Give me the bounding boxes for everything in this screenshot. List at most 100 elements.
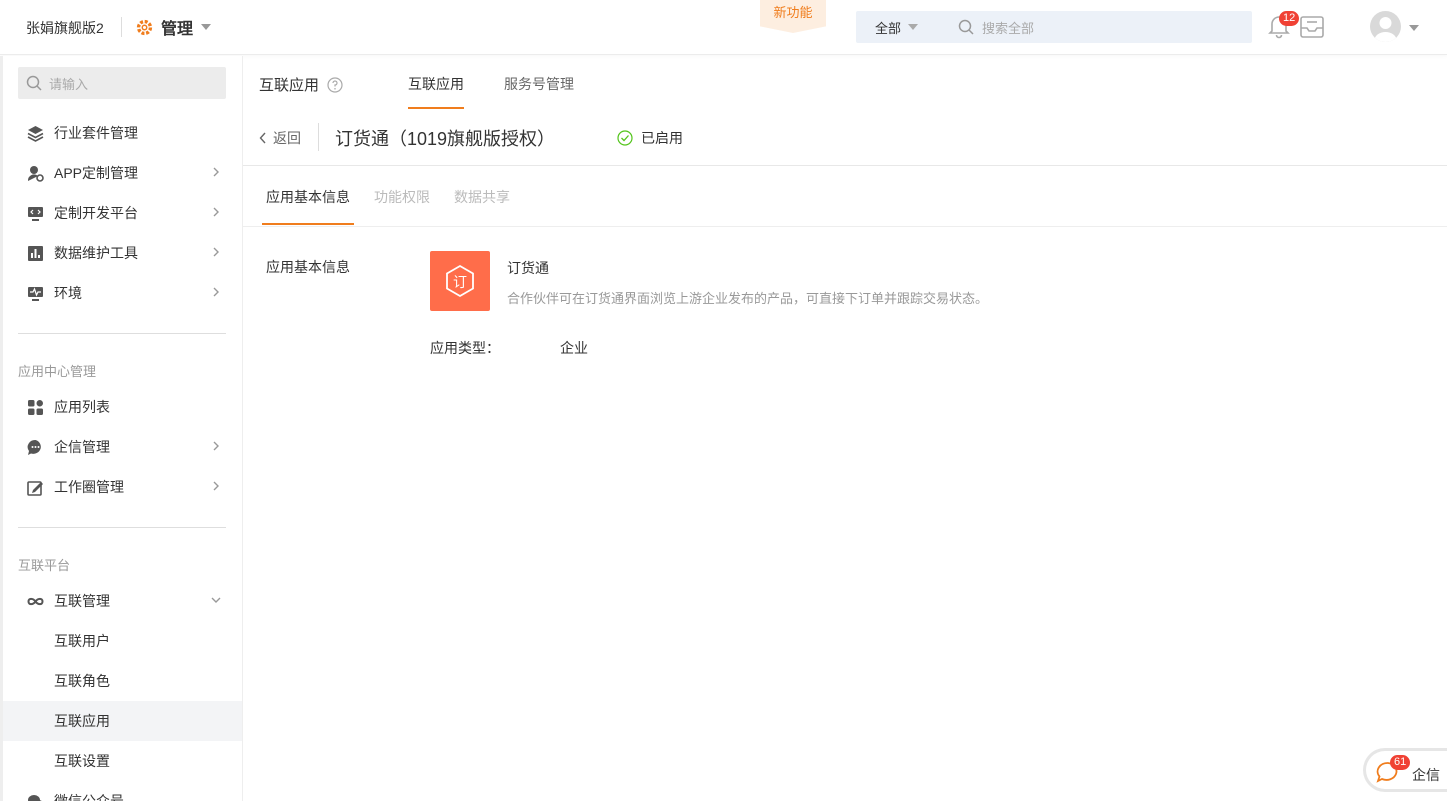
sidebar-item-wechat[interactable]: 微信公众号 — [3, 781, 242, 801]
layers-icon — [27, 126, 44, 142]
chevron-down-icon — [211, 597, 221, 603]
app-custom-icon — [27, 166, 44, 182]
edit-icon — [27, 481, 43, 496]
sidebar-item-interconnect-users[interactable]: 互联用户 — [3, 621, 242, 661]
sidebar-item-interconnect-apps[interactable]: 互联应用 — [0, 701, 242, 741]
chevron-right-icon — [213, 481, 219, 491]
sidebar-divider — [18, 527, 226, 528]
search-scope-select[interactable]: 全部 — [856, 18, 944, 37]
header-divider — [318, 123, 319, 151]
app-logo: 订 — [430, 251, 490, 311]
sidebar-item-interconnect-manage[interactable]: 互联管理 — [3, 581, 242, 621]
sidebar-item-label: 工作圈管理 — [54, 479, 124, 495]
active-tab-underline — [262, 223, 354, 225]
active-indicator — [0, 701, 3, 741]
tab-interconnect-apps[interactable]: 互联应用 — [408, 74, 464, 94]
bar-chart-icon — [28, 246, 43, 261]
tab-permissions[interactable]: 功能权限 — [374, 187, 430, 207]
sidebar-item-app-list[interactable]: 应用列表 — [3, 387, 242, 427]
main-content: 互联应用 互联应用 服务号管理 返回 订货通（1019旗舰版授权） 已启用 应用… — [243, 56, 1447, 801]
sidebar-item-industry-suite[interactable]: 行业套件管理 — [3, 113, 242, 153]
check-circle-icon — [617, 130, 633, 146]
top-header: 张娟旗舰版2 管理 新功能 全部 搜索全部 12 — [0, 0, 1447, 55]
sidebar-item-label: 微信公众号 — [54, 793, 124, 801]
group-title-app-center: 应用中心管理 — [18, 364, 97, 379]
module-switcher[interactable]: 管理 — [136, 15, 212, 39]
page-title-text: 互联应用 — [259, 77, 320, 94]
detail-header: 返回 订货通（1019旗舰版授权） 已启用 — [243, 112, 1447, 166]
sidebar-item-label: APP定制管理 — [54, 165, 139, 181]
back-button[interactable]: 返回 — [259, 128, 301, 148]
company-name[interactable]: 张娟旗舰版2 — [26, 18, 104, 38]
chat-bubble-icon — [27, 439, 41, 455]
app-name: 订货通 — [507, 260, 549, 276]
header-divider — [121, 17, 122, 37]
active-tab-underline — [408, 107, 464, 109]
sidebar-item-label: 互联管理 — [54, 593, 110, 609]
global-search: 全部 搜索全部 — [856, 11, 1252, 43]
sidebar-item-data-tools[interactable]: 数据维护工具 — [3, 233, 242, 273]
chevron-left-icon — [259, 132, 266, 144]
tab-basic-info[interactable]: 应用基本信息 — [266, 187, 350, 207]
caret-down-icon — [201, 24, 212, 30]
sidebar-item-messaging[interactable]: 企信管理 — [3, 427, 242, 467]
sidebar-item-label: 企信管理 — [54, 439, 110, 455]
sidebar-item-interconnect-settings[interactable]: 互联设置 — [3, 741, 242, 781]
sidebar-item-label: 互联设置 — [54, 753, 110, 769]
tab-service-account[interactable]: 服务号管理 — [504, 74, 574, 94]
sidebar-item-environment[interactable]: 环境 — [3, 273, 242, 313]
back-label: 返回 — [273, 130, 301, 146]
dev-monitor-icon — [28, 207, 43, 221]
chevron-right-icon — [213, 441, 219, 451]
svg-text:订: 订 — [453, 275, 467, 291]
sidebar-item-label: 行业套件管理 — [54, 125, 138, 141]
help-icon[interactable] — [327, 76, 343, 93]
group-title-interconnect: 互联平台 — [18, 558, 71, 573]
sidebar-item-app-custom[interactable]: APP定制管理 — [3, 153, 242, 193]
sub-tabs-bar: 应用基本信息 功能权限 数据共享 — [243, 166, 1447, 227]
sidebar-divider — [18, 333, 226, 334]
grid-icon — [28, 400, 43, 415]
app-description: 合作伙伴可在订货通界面浏览上游企业发布的产品，可直接下订单并跟踪交易状态。 — [507, 291, 989, 306]
app-type-label: 应用类型： — [430, 340, 500, 356]
pulse-monitor-icon — [28, 287, 43, 301]
caret-down-icon[interactable] — [1409, 25, 1419, 31]
sidebar-item-label: 互联用户 — [54, 633, 110, 649]
status-badge: 已启用 — [617, 128, 683, 148]
chevron-right-icon — [213, 167, 219, 177]
search-icon — [958, 19, 974, 35]
sidebar-item-label: 互联角色 — [54, 673, 110, 689]
messaging-widget[interactable]: 61 企信 — [1363, 748, 1447, 792]
tab-data-sharing[interactable]: 数据共享 — [454, 187, 510, 207]
sidebar-item-label: 环境 — [54, 285, 82, 301]
user-avatar-icon — [1374, 17, 1397, 42]
sidebar-item-dev-platform[interactable]: 定制开发平台 — [3, 193, 242, 233]
search-scope-label: 全部 — [875, 20, 902, 36]
page-title: 互联应用 — [259, 74, 343, 95]
sidebar-item-label: 数据维护工具 — [54, 245, 138, 261]
sidebar-search-placeholder: 请输入 — [49, 76, 89, 92]
order-app-icon: 订 — [446, 264, 474, 298]
search-icon — [26, 75, 42, 91]
app-type-value: 企业 — [560, 340, 588, 356]
gear-icon — [136, 19, 153, 35]
message-count-badge: 61 — [1390, 755, 1411, 770]
avatar[interactable] — [1370, 11, 1401, 42]
link-icon — [27, 597, 44, 606]
wechat-icon — [28, 795, 42, 801]
section-label: 应用基本信息 — [266, 259, 350, 275]
chevron-right-icon — [213, 247, 219, 257]
sidebar-item-label: 应用列表 — [54, 399, 110, 415]
sidebar-item-interconnect-roles[interactable]: 互联角色 — [3, 661, 242, 701]
global-search-input[interactable]: 搜索全部 — [944, 18, 1034, 37]
inbox-icon[interactable] — [1299, 15, 1325, 39]
sidebar-item-label: 互联应用 — [54, 713, 110, 729]
sidebar-search-input[interactable]: 请输入 — [18, 67, 226, 99]
sidebar-item-work-circle[interactable]: 工作圈管理 — [3, 467, 242, 507]
notification-count-badge: 12 — [1279, 11, 1300, 26]
module-label: 管理 — [161, 21, 194, 38]
new-feature-badge[interactable]: 新功能 — [760, 0, 826, 33]
status-text: 已启用 — [641, 130, 683, 146]
search-placeholder: 搜索全部 — [982, 20, 1035, 36]
messaging-label: 企信 — [1412, 767, 1440, 783]
